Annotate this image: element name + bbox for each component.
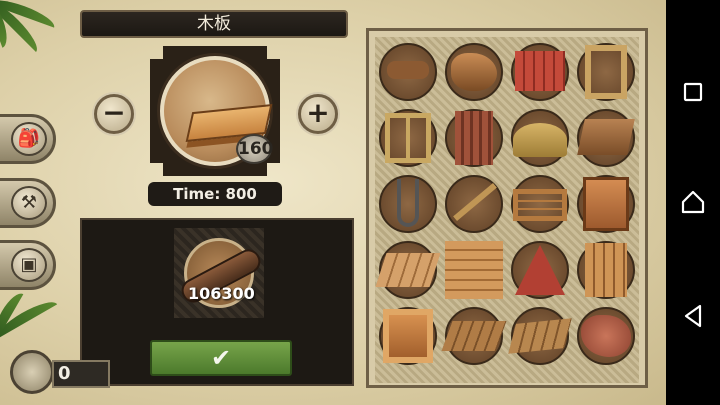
game-screen: 木板 − + 160 Time: 800 106300 ✔ 🎒 ⚒ ▣ 0 xyxy=(0,0,666,405)
wood-gate-icon xyxy=(585,243,627,297)
recipe-item-window-frame[interactable] xyxy=(375,105,441,171)
wood-window-icon xyxy=(383,309,433,363)
recipe-item-tools[interactable] xyxy=(375,39,441,105)
door-frame-icon xyxy=(585,45,627,99)
fishing-hook-icon xyxy=(397,179,419,227)
chest-icon: ▣ xyxy=(11,248,47,282)
tent-icon xyxy=(515,245,565,295)
recipe-item-wood-wall[interactable] xyxy=(441,237,507,303)
back-icon[interactable] xyxy=(679,302,707,330)
item-title: 木板 xyxy=(80,10,348,38)
recipe-item-leather[interactable] xyxy=(573,303,639,369)
recipe-item-floor-board[interactable] xyxy=(573,105,639,171)
recipe-item-stair-board[interactable] xyxy=(441,303,507,369)
recipe-item-door-frame[interactable] xyxy=(573,39,639,105)
tools-icon xyxy=(387,61,429,79)
chest-button[interactable]: ▣ xyxy=(0,240,56,290)
android-nav-bar xyxy=(666,0,720,405)
resource-count: 106300 xyxy=(188,284,255,303)
wood-floor-icon xyxy=(375,253,441,287)
decrease-button[interactable]: − xyxy=(94,94,134,134)
craft-time: Time: 800 xyxy=(148,182,282,206)
recipe-item-curtain[interactable] xyxy=(441,105,507,171)
crafting-button[interactable]: ⚒ xyxy=(0,178,56,228)
resource-slot xyxy=(174,228,265,318)
tools-icon xyxy=(10,350,54,394)
increase-button[interactable]: + xyxy=(298,94,338,134)
hay-icon xyxy=(513,123,567,157)
recipe-item-wood-pile[interactable] xyxy=(441,39,507,105)
recipe-item-ramp-board[interactable] xyxy=(507,303,573,369)
wood-wall-icon xyxy=(445,241,503,299)
recipe-grid[interactable] xyxy=(375,37,639,383)
recipe-item-bed-frame[interactable] xyxy=(507,171,573,237)
bottom-counter[interactable]: 0 xyxy=(0,346,112,396)
confirm-craft-button[interactable]: ✔ xyxy=(150,340,292,376)
recipe-item-wood-window[interactable] xyxy=(375,303,441,369)
recipe-item-wood-gate[interactable] xyxy=(573,237,639,303)
recents-icon[interactable] xyxy=(679,78,707,106)
resource-panel: 106300 ✔ xyxy=(80,218,354,386)
anvil-icon: ⚒ xyxy=(11,186,47,220)
recipe-item-wood-floor[interactable] xyxy=(375,237,441,303)
backpack-icon: 🎒 xyxy=(11,122,47,156)
floor-board-icon xyxy=(577,119,635,155)
recipe-item-wood-door[interactable] xyxy=(573,171,639,237)
stair-board-icon xyxy=(441,321,507,351)
grid-scroll-area[interactable] xyxy=(650,28,662,388)
home-icon[interactable] xyxy=(679,188,707,216)
wood-pile-icon xyxy=(451,53,497,91)
recipe-item-fishing-hook[interactable] xyxy=(375,171,441,237)
bottom-counter-value: 0 xyxy=(52,360,110,388)
wood-door-icon xyxy=(583,177,629,231)
curtain-icon xyxy=(455,111,493,165)
recipe-item-hay[interactable] xyxy=(507,105,573,171)
roof-tiles-icon xyxy=(515,51,565,91)
recipe-item-fishing-rod[interactable] xyxy=(441,171,507,237)
recipe-grid-panel xyxy=(366,28,648,388)
recipe-item-roof-tiles[interactable] xyxy=(507,39,573,105)
bed-frame-icon xyxy=(513,189,567,221)
item-quantity-badge: 160 xyxy=(236,134,274,164)
recipe-item-tent[interactable] xyxy=(507,237,573,303)
window-frame-icon xyxy=(385,113,431,163)
backpack-button[interactable]: 🎒 xyxy=(0,114,56,164)
